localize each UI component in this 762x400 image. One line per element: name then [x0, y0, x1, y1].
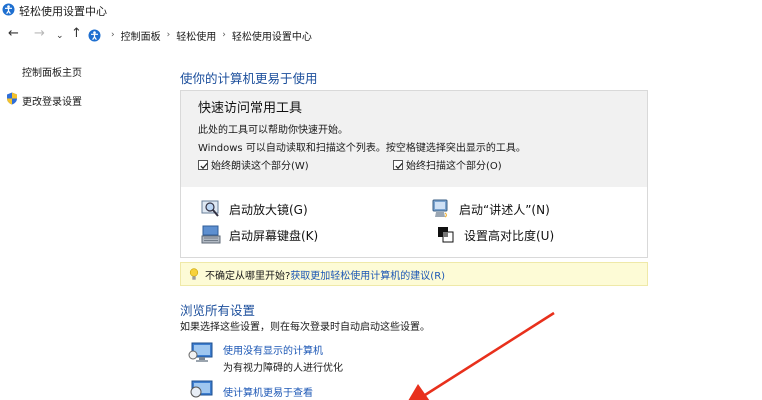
red-arrow-annotation	[408, 311, 555, 400]
